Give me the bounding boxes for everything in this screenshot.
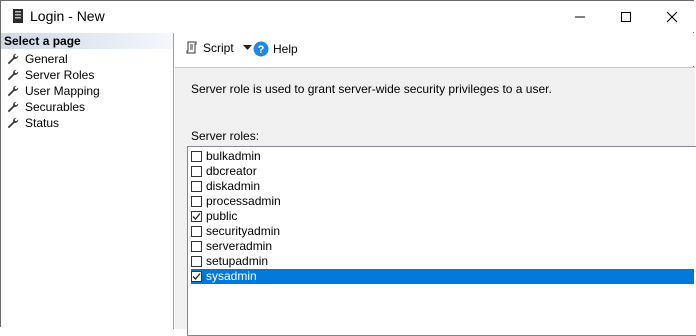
role-checkbox[interactable] xyxy=(191,151,202,162)
role-row-public[interactable]: public xyxy=(191,209,694,224)
close-icon xyxy=(666,11,678,22)
maximize-button[interactable] xyxy=(603,1,649,32)
help-icon: ? xyxy=(253,41,269,57)
role-row-bulkadmin[interactable]: bulkadmin xyxy=(191,149,694,164)
role-name: processadmin xyxy=(206,194,281,208)
role-checkbox-checked[interactable] xyxy=(191,211,202,222)
role-name: sysadmin xyxy=(206,269,257,283)
wrench-icon xyxy=(7,117,19,129)
minimize-button[interactable] xyxy=(557,1,603,32)
toolbar: Script ? Help xyxy=(175,33,695,66)
wrench-icon xyxy=(7,101,19,113)
script-button[interactable]: Script xyxy=(185,41,252,55)
sidebar-header: Select a page xyxy=(1,33,173,49)
login-window: Login - New Select a page General Server… xyxy=(0,0,696,336)
sidebar-item-label: User Mapping xyxy=(25,84,100,98)
role-name: diskadmin xyxy=(206,179,261,193)
sidebar-item-general[interactable]: General xyxy=(7,51,68,67)
script-label: Script xyxy=(203,41,234,55)
role-name: bulkadmin xyxy=(206,149,261,163)
role-checkbox-checked[interactable] xyxy=(191,271,202,282)
wrench-icon xyxy=(7,53,19,65)
checkmark-icon xyxy=(192,213,201,220)
role-name: serveradmin xyxy=(206,239,273,253)
role-checkbox[interactable] xyxy=(191,241,202,252)
close-button[interactable] xyxy=(649,1,695,32)
sidebar-item-label: Status xyxy=(25,116,60,130)
role-row-securityadmin[interactable]: securityadmin xyxy=(191,224,694,239)
sidebar-item-securables[interactable]: Securables xyxy=(7,99,85,115)
role-row-sysadmin[interactable]: sysadmin xyxy=(191,269,694,284)
minimize-icon xyxy=(575,16,585,17)
page-description: Server role is used to grant server-wide… xyxy=(191,82,552,96)
checkmark-icon xyxy=(192,273,201,280)
svg-text:?: ? xyxy=(258,44,265,56)
role-checkbox[interactable] xyxy=(191,226,202,237)
role-checkbox[interactable] xyxy=(191,181,202,192)
help-label: Help xyxy=(273,42,298,56)
sidebar-item-label: General xyxy=(25,52,68,66)
wrench-icon xyxy=(7,85,19,97)
wrench-icon xyxy=(7,69,19,81)
role-name: public xyxy=(206,209,238,223)
sidebar-item-user-mapping[interactable]: User Mapping xyxy=(7,83,100,99)
role-name: setupadmin xyxy=(206,254,269,268)
title-bar[interactable]: Login - New xyxy=(1,1,695,32)
script-icon xyxy=(186,41,197,54)
page-selector-sidebar: Select a page General Server Roles User … xyxy=(1,33,174,329)
sidebar-item-status[interactable]: Status xyxy=(7,115,59,131)
server-roles-label: Server roles: xyxy=(191,129,260,143)
role-name: securityadmin xyxy=(206,224,281,238)
role-row-processadmin[interactable]: processadmin xyxy=(191,194,694,209)
window-title: Login - New xyxy=(30,8,105,24)
sidebar-item-label: Server Roles xyxy=(25,68,95,82)
role-checkbox[interactable] xyxy=(191,196,202,207)
help-button[interactable]: ? Help xyxy=(253,41,298,57)
role-checkbox[interactable] xyxy=(191,256,202,267)
role-checkbox[interactable] xyxy=(191,166,202,177)
role-row-setupadmin[interactable]: setupadmin xyxy=(191,254,694,269)
sidebar-item-label: Securables xyxy=(25,100,86,114)
role-name: dbcreator xyxy=(206,164,257,178)
role-row-diskadmin[interactable]: diskadmin xyxy=(191,179,694,194)
role-row-dbcreator[interactable]: dbcreator xyxy=(191,164,694,179)
sidebar-item-server-roles[interactable]: Server Roles xyxy=(7,67,94,83)
chevron-down-icon[interactable] xyxy=(242,45,252,51)
role-row-serveradmin[interactable]: serveradmin xyxy=(191,239,694,254)
server-roles-list[interactable]: bulkadmin dbcreator diskadmin processadm… xyxy=(187,146,696,336)
maximize-icon xyxy=(621,11,631,22)
server-roles-panel: Server role is used to grant server-wide… xyxy=(175,68,696,336)
server-icon xyxy=(13,9,23,23)
